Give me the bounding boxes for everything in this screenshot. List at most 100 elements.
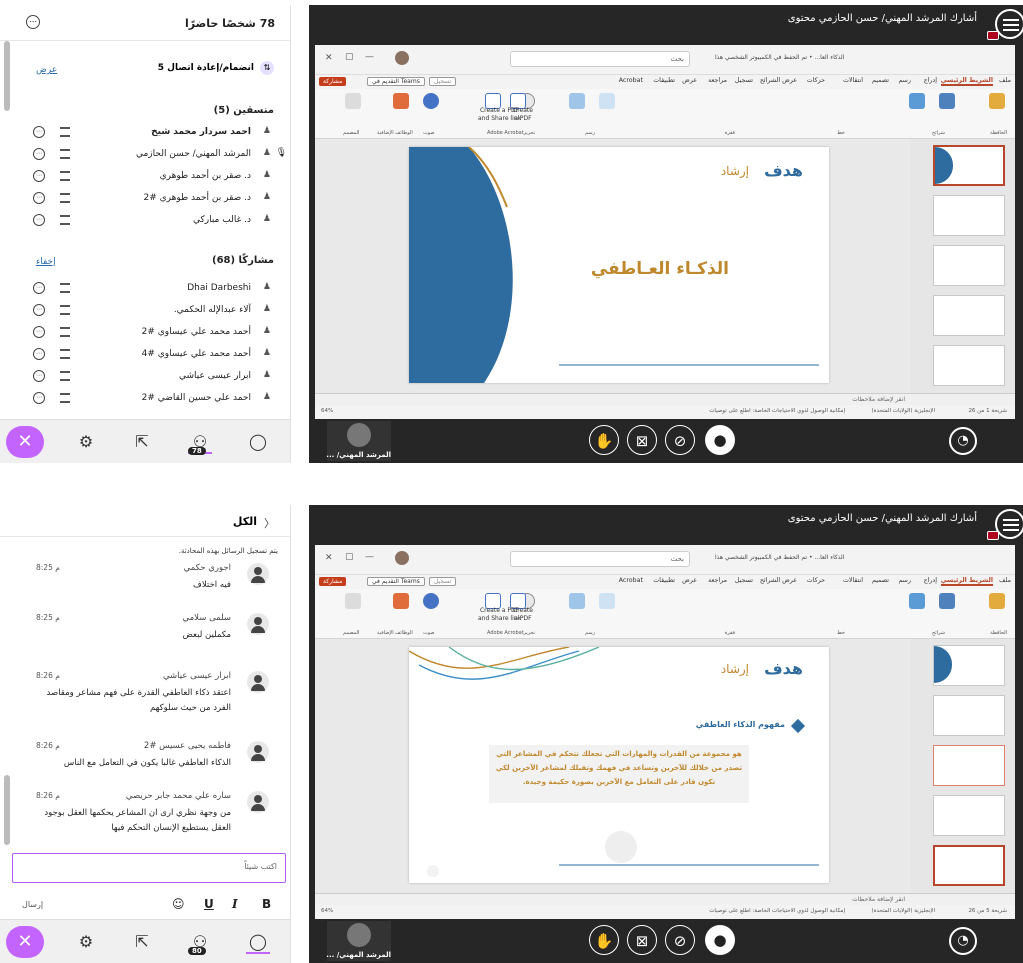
acrobat-create[interactable]: Create a PDF xyxy=(513,107,533,123)
list-icon[interactable] xyxy=(60,215,70,225)
minimize-icon[interactable]: — xyxy=(365,52,374,62)
tab-acrobat[interactable]: Acrobat xyxy=(619,77,643,84)
minimize-icon[interactable]: — xyxy=(365,552,374,562)
chat-scope-title[interactable]: الكل xyxy=(233,515,257,528)
camera-off-icon[interactable]: ⊠ xyxy=(627,425,657,455)
list-icon[interactable] xyxy=(60,349,70,359)
chat-icon[interactable]: ◯ xyxy=(246,930,270,954)
microphone-icon[interactable] xyxy=(423,93,439,109)
more-options-icon[interactable]: ⋯ xyxy=(26,15,40,29)
accessibility-status[interactable]: إمكانية الوصول لذوي الاحتياجات الخاصة: ا… xyxy=(709,408,845,414)
coordinator-row[interactable]: 🎙 ♟ المرشد المهني/ حسن الحازمي ⋯ xyxy=(0,145,290,165)
underline-button[interactable]: U xyxy=(204,897,214,911)
tab-animations[interactable]: حركات xyxy=(807,77,825,84)
show-link[interactable]: عرض xyxy=(36,65,57,75)
tab-draw[interactable]: رسم xyxy=(898,77,911,84)
more-icon[interactable]: ⋯ xyxy=(33,370,45,382)
tab-slideshow[interactable]: عرض الشرائح xyxy=(760,77,797,84)
more-icon[interactable]: ⋯ xyxy=(33,348,45,360)
tab-transitions[interactable]: انتقالات xyxy=(843,77,863,84)
more-icon[interactable]: ⋯ xyxy=(33,326,45,338)
acrobat-create[interactable]: Create a PDF xyxy=(513,607,533,623)
record-button[interactable]: تسجيل xyxy=(429,77,457,86)
addins-icon[interactable] xyxy=(393,93,409,109)
tab-record[interactable]: تسجيل xyxy=(735,77,753,84)
tab-file[interactable]: ملف xyxy=(999,577,1011,584)
more-icon[interactable]: ⋯ xyxy=(33,170,45,182)
settings-icon[interactable]: ⚙ xyxy=(74,430,98,454)
designer-icon[interactable] xyxy=(345,593,361,609)
layout-icon[interactable] xyxy=(909,93,925,109)
tab-home[interactable]: الشريط الرئيسي xyxy=(940,577,993,586)
chat-icon[interactable]: ◯ xyxy=(246,430,270,454)
settings-icon[interactable]: ⚙ xyxy=(74,930,98,954)
slide-thumbnail[interactable] xyxy=(933,695,1005,736)
list-icon[interactable] xyxy=(60,283,70,293)
participant-row[interactable]: ♟ Dhai Darbeshi ⋯ xyxy=(0,279,290,299)
list-icon[interactable] xyxy=(60,327,70,337)
camera-off-icon[interactable]: ⊠ xyxy=(627,925,657,955)
list-icon[interactable] xyxy=(60,127,70,137)
addins-icon[interactable] xyxy=(393,593,409,609)
arrange-icon[interactable] xyxy=(569,93,585,109)
close-panel-button[interactable]: ✕ xyxy=(6,926,44,958)
list-icon[interactable] xyxy=(60,171,70,181)
chat-message-input[interactable]: اكتب شيئاً xyxy=(12,853,286,883)
close-panel-button[interactable]: ✕ xyxy=(6,426,44,458)
raise-hand-icon[interactable]: ✋ xyxy=(589,925,619,955)
send-button[interactable]: إرسال xyxy=(22,900,43,909)
participant-row[interactable]: ♟ ابرار عيسى عياشي ⋯ xyxy=(0,367,290,387)
notes-pane[interactable]: انقر لإضافة ملاحظات xyxy=(315,393,1015,405)
emoji-icon[interactable]: ☺ xyxy=(172,897,185,911)
share-button[interactable]: مشاركة xyxy=(319,77,347,86)
more-icon[interactable]: ⋯ xyxy=(33,126,45,138)
tab-draw[interactable]: رسم xyxy=(898,577,911,584)
accessibility-status[interactable]: إمكانية الوصول لذوي الاحتياجات الخاصة: ا… xyxy=(709,908,845,914)
more-icon[interactable]: ⋯ xyxy=(33,304,45,316)
new-slide-icon[interactable] xyxy=(939,593,955,609)
coordinator-row[interactable]: ♟ د. غالب مباركي ⋯ xyxy=(0,211,290,231)
slide-thumbnail[interactable] xyxy=(933,645,1005,686)
presenter-video-tile[interactable]: المرشد المهني/ ... xyxy=(326,421,391,461)
share-content-icon[interactable]: ⇱ xyxy=(130,430,154,454)
coordinator-row[interactable]: ♟ د. صقر بن أحمد طوهري ⋯ xyxy=(0,167,290,187)
leave-session-icon[interactable]: ◔ xyxy=(949,927,977,955)
user-avatar-icon[interactable]: ● xyxy=(705,925,735,955)
layout-icon[interactable] xyxy=(909,593,925,609)
close-icon[interactable]: ✕ xyxy=(325,553,333,563)
tab-view[interactable]: عرض xyxy=(682,77,697,84)
participant-row[interactable]: ♟ آلاء عبدالإله الحكمي. ⋯ xyxy=(0,301,290,321)
list-icon[interactable] xyxy=(60,371,70,381)
slide-thumbnail[interactable] xyxy=(933,845,1005,886)
chevron-right-icon[interactable]: 〉 xyxy=(264,515,275,531)
microphone-off-icon[interactable]: ⊘ xyxy=(665,925,695,955)
list-icon[interactable] xyxy=(60,305,70,315)
record-button[interactable]: تسجيل xyxy=(429,577,457,586)
ppt-search-input[interactable]: بحث xyxy=(510,51,690,67)
tab-insert[interactable]: إدراج xyxy=(924,77,937,84)
coordinator-row[interactable]: ♟ احمد سردار محمد شيخ ⋯ xyxy=(0,123,290,143)
more-icon[interactable]: ⋯ xyxy=(33,214,45,226)
tab-apps[interactable]: تطبيقات xyxy=(653,77,675,84)
new-slide-icon[interactable] xyxy=(939,93,955,109)
scrollbar[interactable] xyxy=(4,41,10,111)
tab-insert[interactable]: إدراج xyxy=(924,577,937,584)
menu-icon[interactable] xyxy=(995,9,1023,39)
slide-canvas[interactable]: هدف إرشاد الذكـاء العـاطفي xyxy=(409,147,829,383)
slide-thumbnail[interactable] xyxy=(933,295,1005,336)
shapes-icon[interactable] xyxy=(599,593,615,609)
more-icon[interactable]: ⋯ xyxy=(33,282,45,294)
present-in-teams-button[interactable]: التقديم في Teams xyxy=(367,577,425,586)
raise-hand-icon[interactable]: ✋ xyxy=(589,425,619,455)
slide-thumbnail[interactable] xyxy=(933,345,1005,386)
slide-thumbnail[interactable] xyxy=(933,745,1005,786)
maximize-icon[interactable]: ▢ xyxy=(345,52,354,62)
menu-icon[interactable] xyxy=(995,509,1023,539)
tab-file[interactable]: ملف xyxy=(999,77,1011,84)
list-icon[interactable] xyxy=(60,149,70,159)
close-icon[interactable]: ✕ xyxy=(325,53,333,63)
slide-thumbnail[interactable] xyxy=(933,195,1005,236)
tab-apps[interactable]: تطبيقات xyxy=(653,577,675,584)
tab-home[interactable]: الشريط الرئيسي xyxy=(940,77,993,86)
presenter-video-tile[interactable]: المرشد المهني/ ... xyxy=(326,921,391,961)
